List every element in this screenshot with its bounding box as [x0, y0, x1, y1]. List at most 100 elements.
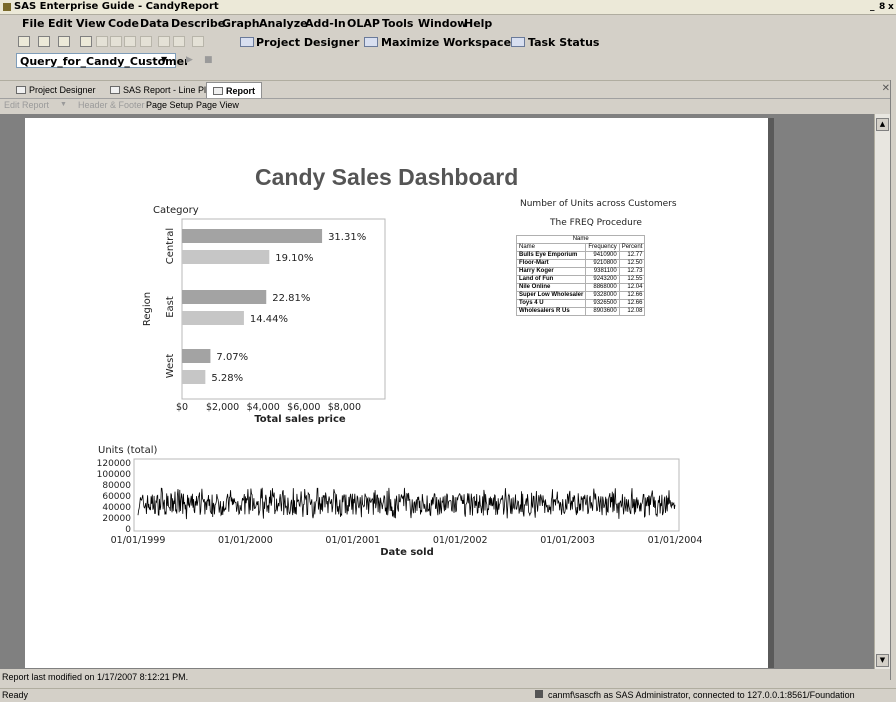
- menu-tools[interactable]: Tools: [382, 17, 413, 30]
- bar-data-label: 14.44%: [250, 314, 288, 325]
- freq-cell-percent: 12.66: [618, 291, 646, 300]
- y-tick-label: 20000: [102, 514, 131, 524]
- maximize-workspace-button[interactable]: Maximize Workspace: [381, 36, 511, 49]
- x-tick-label: $2,000: [206, 402, 239, 413]
- close-window-button[interactable]: x: [888, 2, 894, 12]
- new-icon[interactable]: [18, 36, 30, 47]
- freq-cell-frequency: 8868000: [585, 283, 620, 292]
- open-icon[interactable]: [38, 36, 50, 47]
- freq-cell-name: Land of Fun: [515, 275, 587, 284]
- freq-col-percent: Percent: [618, 243, 646, 252]
- undo-icon[interactable]: [158, 36, 170, 47]
- tab-report[interactable]: Report: [206, 82, 262, 98]
- freq-cell-frequency: 8903600: [585, 307, 620, 316]
- table-row: Wholesalers R Us 8903600 12.08: [515, 307, 646, 316]
- minimize-button[interactable]: _: [870, 2, 875, 12]
- menu-describe[interactable]: Describe: [171, 17, 225, 30]
- bar: [182, 349, 211, 363]
- category-label: Central: [165, 228, 176, 264]
- menu-analyze[interactable]: Analyze: [259, 17, 308, 30]
- project-designer-icon: [240, 37, 254, 47]
- freq-cell-percent: 12.73: [618, 267, 646, 276]
- plot-area: [181, 218, 386, 400]
- redo-icon[interactable]: [173, 36, 185, 47]
- freq-table-body: Bulls Eye Emporium 9410900 12.77 Floor-Mart…: [515, 251, 646, 316]
- query-select[interactable]: Query_for_Candy_Customer ▼: [16, 53, 190, 68]
- category-label: East: [165, 296, 176, 318]
- freq-cell-frequency: 9243200: [585, 275, 620, 284]
- header-footer-button[interactable]: Header & Footer: [78, 100, 145, 110]
- tab-project-designer[interactable]: Project Designer: [16, 83, 96, 97]
- menu-file[interactable]: File: [22, 17, 45, 30]
- y-tick-label: 0: [125, 525, 131, 535]
- x-tick-label: $6,000: [287, 402, 320, 413]
- menu-olap[interactable]: OLAP: [347, 17, 380, 30]
- menu-view[interactable]: View: [76, 17, 106, 30]
- y-tick-label: 60000: [102, 492, 131, 502]
- y-axis-label: Region: [142, 292, 153, 326]
- menu-window[interactable]: Window: [418, 17, 467, 30]
- tab-sas-report-line-plot[interactable]: SAS Report - Line Plot: [110, 83, 214, 97]
- run-icon[interactable]: ▶: [186, 55, 193, 65]
- freq-cell-percent: 12.66: [618, 299, 646, 308]
- report-icon: [110, 86, 120, 94]
- units-line-chart: Units (total) 02000040000600008000010000…: [97, 445, 703, 558]
- window-title: SAS Enterprise Guide - CandyReport: [14, 1, 219, 12]
- y-tick-label: 120000: [97, 459, 132, 469]
- chevron-down-icon[interactable]: ▼: [161, 55, 167, 64]
- side-panel-edge[interactable]: [890, 80, 896, 680]
- copy-icon[interactable]: [110, 36, 122, 47]
- tab-label: SAS Report - Line Plot: [123, 85, 214, 95]
- menu-code[interactable]: Code: [108, 17, 139, 30]
- x-axis-label: Date sold: [380, 547, 434, 558]
- task-status-icon: [511, 37, 525, 47]
- chart-title: Category: [153, 205, 199, 216]
- page-view-button[interactable]: Page View: [196, 100, 239, 110]
- freq-cell-name: Harry Koger: [515, 267, 587, 276]
- bar-data-label: 7.07%: [216, 352, 248, 363]
- delete-icon[interactable]: [140, 36, 152, 47]
- menu-edit[interactable]: Edit: [48, 17, 72, 30]
- chevron-down-icon[interactable]: ▼: [60, 101, 67, 108]
- find-icon[interactable]: [192, 36, 204, 47]
- freq-title-2: The FREQ Procedure: [550, 218, 642, 228]
- query-toolbar: Query_for_Candy_Customer ▼ ▶ ■: [0, 52, 896, 70]
- scroll-up-icon[interactable]: ▲: [876, 118, 889, 131]
- freq-cell-name: Nile Online: [515, 283, 587, 292]
- category-bar-chart: Category 31.31% 19.10% 22.81% 14.44% 7.07% 5.…: [142, 205, 386, 425]
- freq-cell-percent: 12.08: [618, 307, 646, 316]
- page-setup-button[interactable]: Page Setup: [146, 100, 193, 110]
- freq-cell-frequency: 9381100: [585, 267, 620, 276]
- close-icon[interactable]: ✕: [882, 83, 890, 94]
- category-label: West: [165, 354, 176, 379]
- x-tick-labels: $0 $2,000 $4,000 $6,000 $8,000: [176, 402, 361, 413]
- menu-data[interactable]: Data: [140, 17, 169, 30]
- tab-label: Report: [226, 85, 255, 96]
- y-tick-label: 40000: [102, 503, 131, 513]
- table-row: Harry Koger 9381100 12.73: [515, 267, 646, 276]
- save-icon[interactable]: [58, 36, 70, 47]
- maximize-button[interactable]: 8: [879, 2, 885, 12]
- maximize-workspace-icon: [364, 37, 378, 47]
- table-row: Super Low Wholesaler 9328000 12.66: [515, 291, 646, 300]
- x-tick-label: 01/01/2003: [540, 535, 595, 546]
- y-tick-label: 80000: [102, 481, 131, 491]
- ready-status: Ready: [2, 690, 29, 700]
- x-tick-label: 01/01/2000: [218, 535, 273, 546]
- project-designer-button[interactable]: Project Designer: [256, 36, 359, 49]
- y-tick-label: 100000: [97, 470, 132, 480]
- print-icon[interactable]: [80, 36, 92, 47]
- task-status-button[interactable]: Task Status: [528, 36, 599, 49]
- freq-cell-percent: 12.55: [618, 275, 646, 284]
- report-page-icon: [213, 86, 223, 95]
- menu-graph[interactable]: Graph: [222, 17, 260, 30]
- vertical-scrollbar[interactable]: ▲ ▼: [874, 114, 891, 669]
- stop-icon[interactable]: ■: [204, 55, 213, 65]
- scroll-down-icon[interactable]: ▼: [876, 654, 889, 667]
- edit-report-button[interactable]: Edit Report: [4, 100, 49, 110]
- menu-help[interactable]: Help: [464, 17, 492, 30]
- paste-icon[interactable]: [124, 36, 136, 47]
- x-tick-label: 01/01/2004: [648, 535, 703, 546]
- menu-add-in[interactable]: Add-In: [305, 17, 346, 30]
- cut-icon[interactable]: [96, 36, 108, 47]
